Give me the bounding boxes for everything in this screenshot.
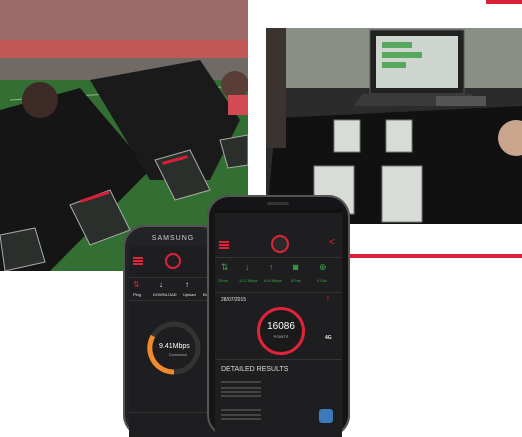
iphone: < ⇅ 25ms ↓ 31.2 Mbps ↑ 10.8 Mbps ◙ 87ms … [207, 195, 350, 437]
download-icon: ↓ [159, 280, 163, 289]
speed-value: 9.41Mbps [159, 343, 190, 350]
upload-icon: ↑ [269, 262, 274, 272]
upload-icon: ↑ [185, 280, 189, 289]
thumb-icon: ◙ [293, 262, 299, 272]
accent-bar [350, 254, 522, 258]
speaker-grille [267, 202, 289, 205]
network-type: 4G [325, 335, 332, 341]
share-icon[interactable]: < [329, 237, 335, 248]
stats-bar: ⇅ 25ms ↓ 31.2 Mbps ↑ 10.8 Mbps ◙ 87ms ⊕ … [215, 257, 342, 293]
logo-icon [165, 253, 181, 269]
menu-icon[interactable] [133, 257, 143, 259]
tab-bar: ⇅ Ping ↓ DOWNLOAD ↑ Upload Browse [129, 277, 217, 301]
download-icon: ↓ [245, 262, 250, 272]
tab-upload[interactable]: Upload [183, 292, 196, 297]
logo-icon [271, 235, 289, 253]
globe-icon: ⊕ [319, 262, 327, 272]
details-text-block-2 [221, 409, 261, 411]
status-bar [215, 209, 342, 213]
details-text-block [221, 381, 261, 383]
iphone-screen: < ⇅ 25ms ↓ 31.2 Mbps ↑ 10.8 Mbps ◙ 87ms … [215, 209, 342, 437]
accent-stripe-top [486, 0, 522, 4]
stat-browse: 87ms [291, 278, 301, 283]
section-title: DETAILED RESULTS [221, 366, 289, 373]
stat-video: 0.04s [317, 278, 327, 283]
stat-download: 31.2 Mbps [239, 278, 258, 283]
divider [129, 412, 217, 413]
tab-ping[interactable]: Ping [133, 292, 141, 297]
ping-icon: ⇅ [133, 280, 140, 289]
score-unit: POINTS [273, 334, 289, 339]
test-date: 28/07/2015 [221, 297, 247, 303]
divider [215, 359, 342, 360]
stat-upload: 10.8 Mbps [263, 278, 282, 283]
speed-caption: Download [169, 352, 187, 357]
score-value: 16086 [267, 321, 295, 332]
tab-download[interactable]: DOWNLOAD [153, 292, 177, 297]
stat-ping: 25ms [218, 278, 228, 283]
ping-icon: ⇅ [221, 262, 229, 272]
menu-icon[interactable] [219, 241, 229, 243]
operator-icon [319, 409, 333, 423]
alert-icon: ! [327, 296, 329, 303]
samsung-screen: ⇅ Ping ↓ DOWNLOAD ↑ Upload Browse 9.41Mb… [129, 247, 217, 437]
